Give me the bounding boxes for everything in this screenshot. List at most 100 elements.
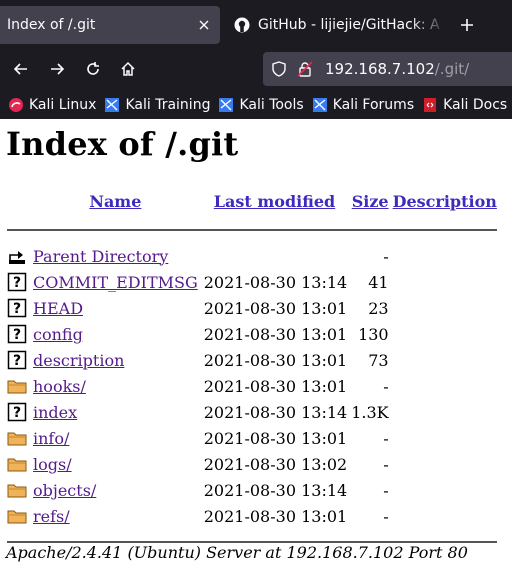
modified-cell: 2021-08-30 13:01 [203, 506, 348, 526]
table-row: ? description 2021-08-30 13:01 73 [5, 347, 499, 373]
size-cell: - [383, 480, 389, 500]
modified-cell: 2021-08-30 13:01 [203, 428, 348, 448]
entry-link[interactable]: HEAD [33, 299, 83, 318]
icon-cell [5, 451, 31, 477]
bookmark-kali-tools[interactable]: Kali Tools [218, 97, 304, 113]
modified-cell: 2021-08-30 13:14 [203, 402, 348, 422]
name-cell: Parent Directory [31, 243, 200, 269]
folder-icon [7, 376, 27, 396]
size-cell: - [383, 428, 389, 448]
icon-cell: ? [5, 269, 31, 295]
description-cell [391, 347, 499, 373]
forward-arrow-icon [51, 63, 65, 75]
sort-by-size-link[interactable]: Size [352, 192, 389, 211]
forward-button[interactable] [44, 56, 70, 82]
description-cell [391, 451, 499, 477]
github-icon [234, 17, 250, 33]
bookmark-kali-docs[interactable]: Kali Docs [422, 97, 507, 113]
modified-cell: 2021-08-30 13:14 [203, 480, 348, 500]
entry-link[interactable]: COMMIT_EDITMSG [33, 273, 198, 292]
entry-link[interactable]: index [33, 403, 77, 422]
directory-listing-page: Index of /.git Name Last modified Size D… [0, 119, 512, 584]
bookmark-kali-linux[interactable]: Kali Linux [8, 97, 96, 113]
url-path: /.git/ [434, 60, 470, 78]
file-listing-table: Name Last modified Size Description Pare… [5, 185, 499, 555]
unknown-file-icon: ? [7, 298, 27, 318]
insecure-lock-icon[interactable] [297, 61, 313, 77]
entry-link[interactable]: logs/ [33, 455, 72, 474]
home-button[interactable] [115, 56, 141, 82]
description-cell [391, 243, 499, 269]
new-tab-button[interactable] [456, 14, 478, 36]
back-arrow-icon [13, 63, 27, 75]
size-cell: 41 [368, 272, 389, 292]
svg-text:?: ? [13, 353, 21, 369]
size-cell: - [383, 376, 389, 396]
modified-cell: 2021-08-30 13:14 [203, 272, 348, 292]
folder-icon [7, 480, 27, 500]
separator-row [5, 217, 499, 243]
icon-cell [5, 503, 31, 529]
header-icon-cell [5, 185, 31, 217]
shield-icon[interactable] [271, 61, 287, 77]
description-cell [391, 269, 499, 295]
reload-icon [87, 62, 99, 75]
plus-icon [461, 19, 473, 31]
header-description: Description [391, 185, 499, 217]
header-size: Size [349, 185, 390, 217]
name-cell: refs/ [31, 503, 200, 529]
tab-github-githack[interactable]: GitHub - lijiejie/GitHack: A [228, 6, 448, 44]
table-row: Parent Directory - [5, 243, 499, 269]
name-cell: HEAD [31, 295, 200, 321]
table-row: objects/2021-08-30 13:14 - [5, 477, 499, 503]
parent-directory-link[interactable]: Parent Directory [33, 247, 168, 266]
server-signature: Apache/2.4.41 (Ubuntu) Server at 192.168… [6, 543, 468, 562]
tab-index-of-git[interactable]: Index of /.git [0, 6, 220, 44]
name-cell: index [31, 399, 200, 425]
tab-title: GitHub - lijiejie/GitHack: A [258, 17, 440, 33]
unknown-file-icon: ? [7, 402, 27, 422]
description-cell [391, 295, 499, 321]
kali-training-icon [104, 97, 120, 113]
modified-cell: 2021-08-30 13:01 [203, 376, 348, 396]
description-cell [391, 321, 499, 347]
url-bar[interactable]: 192.168.7.102/.git/ [263, 52, 512, 86]
name-cell: logs/ [31, 451, 200, 477]
separator-line [7, 229, 497, 231]
table-row: ? index 2021-08-30 13:14 1.3K [5, 399, 499, 425]
sort-by-name-link[interactable]: Name [89, 192, 141, 211]
kali-linux-icon [8, 97, 24, 113]
sort-by-description-link[interactable]: Description [393, 192, 497, 211]
name-cell: config [31, 321, 200, 347]
kali-tools-icon [218, 97, 234, 113]
description-cell [391, 425, 499, 451]
entry-link[interactable]: refs/ [33, 507, 70, 526]
table-row: ? config 2021-08-30 13:01 130 [5, 321, 499, 347]
size-cell: - [383, 506, 389, 526]
entry-link[interactable]: config [33, 325, 83, 344]
name-cell: objects/ [31, 477, 200, 503]
bookmark-label: Kali Training [125, 96, 211, 113]
entry-link[interactable]: hooks/ [33, 377, 86, 396]
page-title: Index of /.git [6, 125, 239, 163]
modified-cell: 2021-08-30 13:02 [203, 454, 348, 474]
modified-cell: 2021-08-30 13:01 [203, 350, 348, 370]
icon-cell [5, 425, 31, 451]
bookmark-kali-training[interactable]: Kali Training [104, 97, 210, 113]
modified-cell: 2021-08-30 13:01 [203, 298, 348, 318]
entry-link[interactable]: info/ [33, 429, 69, 448]
bookmarks-toolbar: Kali Linux Kali Training Kali Tools Kali… [0, 90, 512, 119]
back-button[interactable] [8, 56, 34, 82]
bookmark-kali-forums[interactable]: Kali Forums [312, 97, 414, 113]
modified-cell: 2021-08-30 13:01 [203, 324, 348, 344]
entry-link[interactable]: description [33, 351, 124, 370]
icon-cell: ? [5, 399, 31, 425]
size-cell: 23 [368, 298, 389, 318]
close-tab-icon[interactable] [196, 17, 212, 33]
entry-link[interactable]: objects/ [33, 481, 96, 500]
table-row: ? HEAD 2021-08-30 13:01 23 [5, 295, 499, 321]
table-row: logs/2021-08-30 13:02 - [5, 451, 499, 477]
sort-by-modified-link[interactable]: Last modified [214, 192, 335, 211]
icon-cell: ? [5, 347, 31, 373]
reload-button[interactable] [80, 56, 106, 82]
